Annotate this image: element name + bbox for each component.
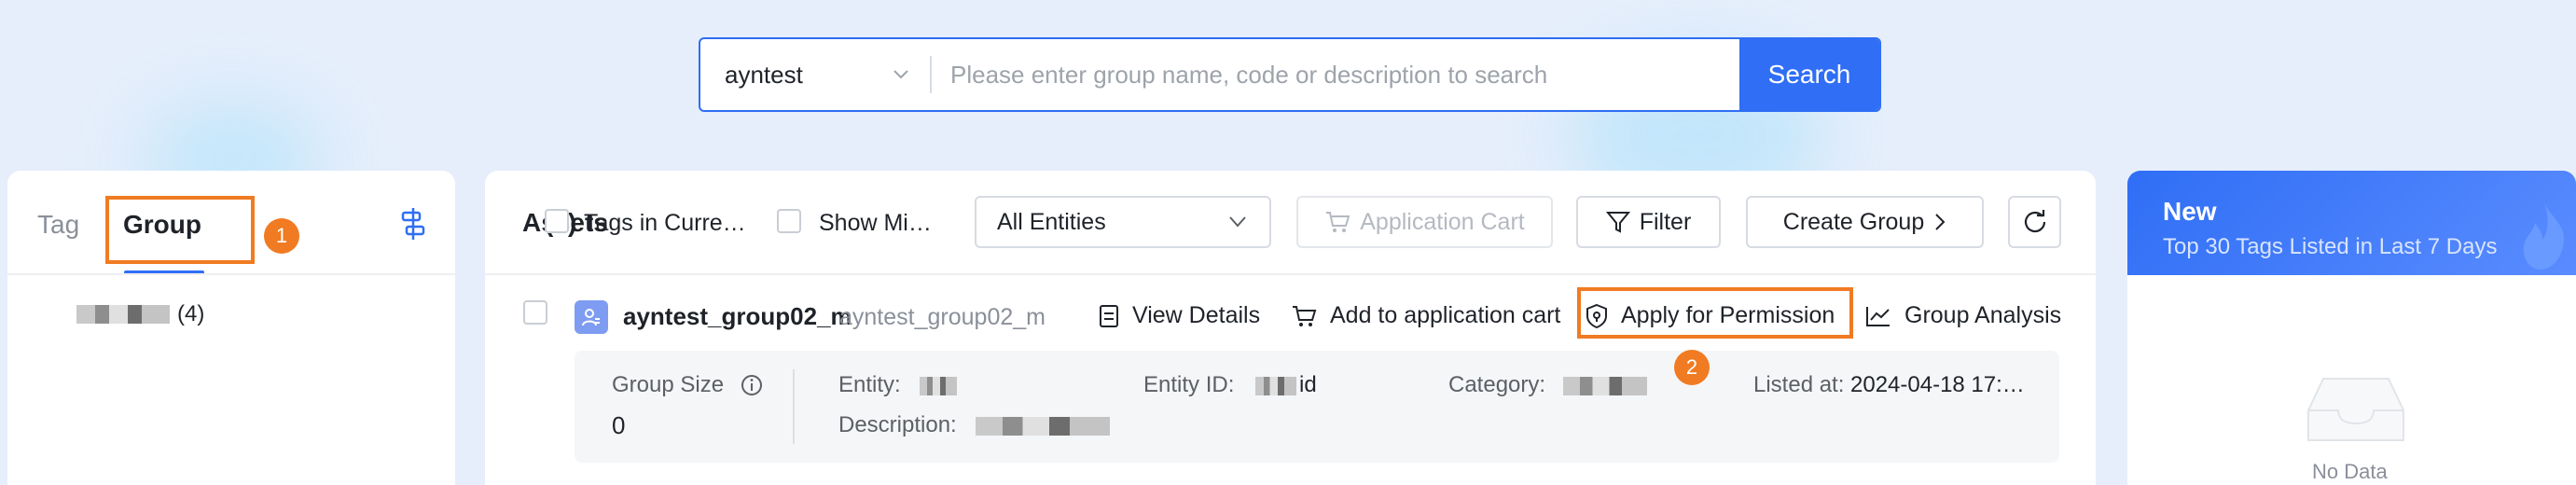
- show-mine-checkbox[interactable]: [777, 209, 801, 233]
- group-size-value: 0: [612, 411, 626, 439]
- current-tags-checkbox[interactable]: [545, 209, 569, 233]
- view-details-action[interactable]: View Details: [1099, 302, 1260, 329]
- redacted-text: [76, 305, 170, 324]
- group-size-label: Group Size: [612, 372, 725, 397]
- filter-button[interactable]: Filter: [1576, 196, 1721, 248]
- listed-at-value: 2024-04-18 17:…: [1850, 372, 2025, 397]
- group-code: ayntest_group02_m: [839, 304, 1046, 330]
- asset-list-panel: Assets (4) Tags in Curre… Show Mi… All E…: [485, 171, 2096, 485]
- create-group-button[interactable]: Create Group: [1746, 196, 1984, 248]
- tree-settings-icon[interactable]: [399, 208, 427, 240]
- group-analysis-label: Group Analysis: [1904, 302, 2062, 328]
- description-label: Description:: [838, 412, 957, 437]
- step-marker-2: 2: [1674, 350, 1710, 385]
- group-analysis-action[interactable]: Group Analysis: [1865, 302, 2061, 329]
- application-cart-button[interactable]: Application Cart: [1296, 196, 1553, 248]
- search-button[interactable]: Search: [1739, 39, 1879, 110]
- tree-item[interactable]: (4): [76, 301, 204, 327]
- show-mine-label: Show Mi…: [819, 210, 932, 236]
- search-input[interactable]: [932, 39, 1739, 110]
- add-to-cart-action[interactable]: Add to application cart: [1291, 302, 1560, 329]
- no-data-text: No Data: [2312, 460, 2388, 483]
- funnel-icon: [1605, 212, 1630, 233]
- search-bar: ayntest Search: [699, 37, 1881, 112]
- group-name[interactable]: ayntest_group02_m: [623, 302, 852, 331]
- add-to-cart-label: Add to application cart: [1330, 302, 1561, 328]
- view-details-label: View Details: [1132, 302, 1261, 328]
- entity-id-label: Entity ID:: [1143, 372, 1235, 397]
- entity-select[interactable]: All Entities: [975, 196, 1271, 248]
- document-icon: [1100, 304, 1118, 327]
- tree-item-count: (4): [177, 301, 205, 326]
- entity-id-suffix: id: [1299, 372, 1317, 397]
- redacted-text: [1255, 377, 1296, 395]
- tab-tag[interactable]: Tag: [37, 210, 79, 240]
- entity-select-value: All Entities: [997, 208, 1106, 235]
- panel-divider: [7, 273, 455, 275]
- new-tags-subtitle: Top 30 Tags Listed in Last 7 Days: [2163, 234, 2498, 259]
- flame-icon: [2523, 202, 2565, 270]
- info-icon[interactable]: [741, 374, 763, 396]
- current-tags-label: Tags in Curre…: [584, 210, 746, 236]
- row-checkbox[interactable]: [523, 300, 547, 325]
- cart-icon: [1293, 305, 1317, 326]
- redacted-text: [920, 377, 957, 395]
- search-scope-value: ayntest: [725, 60, 803, 89]
- group-detail-box: Group Size 0 Entity: Description: Entity…: [575, 351, 2059, 463]
- redacted-text: [1563, 377, 1647, 395]
- apply-permission-highlight: [1577, 287, 1853, 339]
- refresh-button[interactable]: [2008, 196, 2061, 248]
- create-group-label: Create Group: [1782, 208, 1925, 235]
- cart-icon: [1326, 212, 1350, 232]
- new-tags-title: New: [2163, 197, 2217, 226]
- redacted-text: [976, 417, 1110, 436]
- chevron-right-icon: [1935, 214, 1946, 230]
- line-chart-icon: [1866, 306, 1890, 326]
- new-tags-panel: New Top 30 Tags Listed in Last 7 Days No…: [2127, 171, 2576, 485]
- application-cart-label: Application Cart: [1360, 208, 1525, 235]
- category-label: Category:: [1448, 372, 1546, 397]
- group-avatar-icon: [575, 300, 608, 334]
- refresh-icon: [2024, 210, 2045, 233]
- step-marker-1: 1: [264, 218, 299, 254]
- chevron-down-icon: [893, 70, 908, 79]
- search-scope-select[interactable]: ayntest: [700, 39, 930, 110]
- chevron-down-icon: [1229, 216, 1246, 228]
- entity-label: Entity:: [838, 372, 901, 397]
- group-tab-highlight: [105, 196, 255, 264]
- empty-inbox-icon: [2307, 378, 2404, 441]
- detail-divider: [793, 369, 795, 444]
- filter-label: Filter: [1639, 208, 1692, 235]
- listed-at-label: Listed at:: [1753, 372, 1845, 397]
- toolbar-divider: [485, 273, 2096, 275]
